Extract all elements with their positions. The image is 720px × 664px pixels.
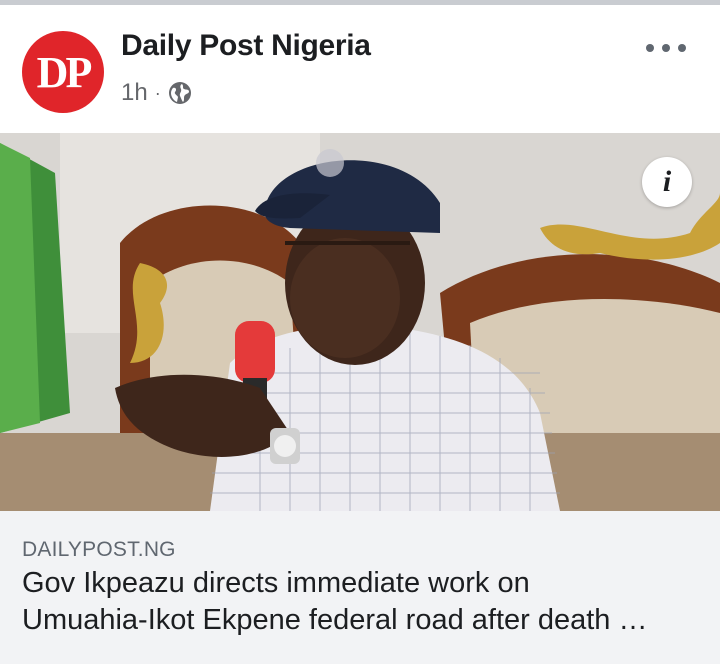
post-meta: 1h · <box>121 79 192 107</box>
post-timestamp[interactable]: 1h <box>121 79 148 107</box>
page-name-link[interactable]: Daily Post Nigeria <box>121 29 371 63</box>
more-options-icon <box>646 44 654 52</box>
info-icon[interactable]: i <box>642 157 692 207</box>
link-headline: Gov Ikpeazu directs immediate work on Um… <box>22 565 702 639</box>
post-photo[interactable] <box>0 133 720 511</box>
link-headline-line-1: Gov Ikpeazu directs immediate work on <box>22 567 530 599</box>
post-photo-illustration <box>0 133 720 511</box>
globe-icon[interactable] <box>168 81 192 105</box>
link-preview[interactable]: DAILYPOST.NG Gov Ikpeazu directs immedia… <box>0 511 720 664</box>
more-options-button[interactable] <box>646 35 686 61</box>
avatar-logo-text: DP <box>36 47 93 97</box>
post-header: DP Daily Post Nigeria 1h · <box>0 5 720 133</box>
page-avatar[interactable]: DP <box>22 31 104 113</box>
link-headline-line-2: Umuahia-Ikot Ekpene federal road after d… <box>22 604 648 636</box>
link-domain: DAILYPOST.NG <box>22 538 176 561</box>
meta-separator: · <box>154 82 161 103</box>
